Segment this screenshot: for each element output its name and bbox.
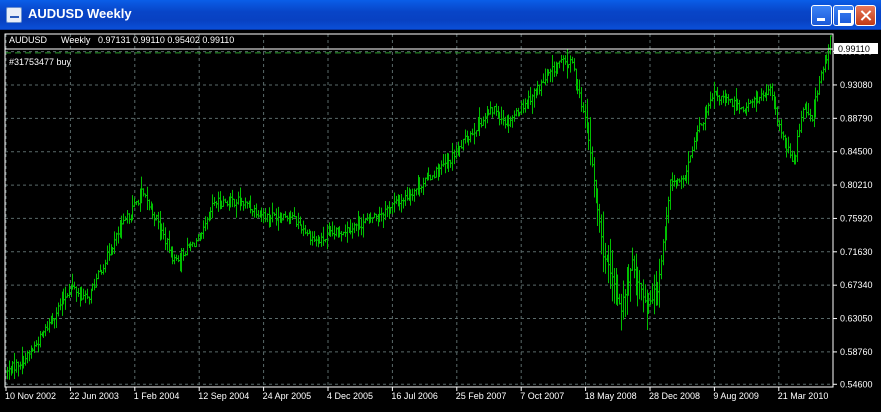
- x-tick-label: 25 Feb 2007: [456, 391, 507, 401]
- y-tick-label: 0.88790: [840, 113, 873, 123]
- x-tick-label: 9 Aug 2009: [713, 391, 759, 401]
- x-tick-label: 18 May 2008: [585, 391, 637, 401]
- close-button[interactable]: [855, 5, 876, 26]
- window-title-period: Weekly: [87, 6, 132, 21]
- y-tick-label: 0.54600: [840, 379, 873, 389]
- maximize-button[interactable]: [833, 5, 854, 26]
- x-tick-label: 12 Sep 2004: [198, 391, 249, 401]
- x-tick-label: 10 Nov 2002: [5, 391, 56, 401]
- y-tick-label: 0.71630: [840, 247, 873, 257]
- chart-header-period: Weekly: [61, 35, 91, 45]
- price-chart[interactable]: 0.973700.930800.887900.845000.802100.759…: [0, 30, 881, 407]
- y-tick-label: 0.93080: [840, 80, 873, 90]
- x-tick-label: 24 Apr 2005: [263, 391, 312, 401]
- chart-window-icon[interactable]: [6, 7, 22, 23]
- window-title-symbol: AUDUSD: [28, 6, 84, 21]
- x-tick-label: 28 Dec 2008: [649, 391, 700, 401]
- x-tick-label: 1 Feb 2004: [134, 391, 180, 401]
- chart-header-ohlc: 0.97131 0.99110 0.95402 0.99110: [98, 35, 234, 45]
- x-tick-label: 4 Dec 2005: [327, 391, 373, 401]
- current-price-tag-text: 0.99110: [838, 44, 870, 54]
- y-tick-label: 0.67340: [840, 280, 873, 290]
- x-tick-label: 16 Jul 2006: [391, 391, 438, 401]
- x-tick-label: 21 Mar 2010: [778, 391, 829, 401]
- y-tick-label: 0.75920: [840, 213, 873, 223]
- x-tick-label: 7 Oct 2007: [520, 391, 564, 401]
- y-tick-label: 0.63050: [840, 314, 873, 324]
- x-tick-label: 22 Jun 2003: [69, 391, 119, 401]
- title-bar[interactable]: AUDUSD Weekly: [0, 0, 881, 30]
- minimize-button[interactable]: [811, 5, 832, 26]
- y-tick-label: 0.58760: [840, 347, 873, 357]
- chart-window: AUDUSD Weekly 0.973700.930800.887900.845…: [0, 0, 881, 407]
- order-label: #31753477 buy: [9, 57, 72, 67]
- y-tick-label: 0.80210: [840, 180, 873, 190]
- y-tick-label: 0.84500: [840, 147, 873, 157]
- price-chart-svg[interactable]: 0.973700.930800.887900.845000.802100.759…: [0, 30, 881, 407]
- chart-header-symbol: AUDUSD: [9, 35, 48, 45]
